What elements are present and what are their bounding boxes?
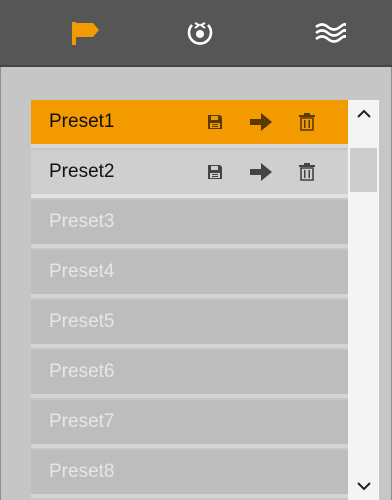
- preset-row-3[interactable]: Preset3: [31, 200, 348, 248]
- preset-row-7[interactable]: Preset7: [31, 400, 348, 448]
- preset-label: Preset8: [49, 461, 115, 482]
- row-actions: [202, 100, 320, 144]
- save-preset-button[interactable]: [202, 159, 228, 185]
- delete-icon: [299, 163, 315, 181]
- preset-label: Preset7: [49, 411, 115, 432]
- tab-preset[interactable]: [46, 0, 126, 65]
- scroll-up-button[interactable]: [348, 100, 379, 128]
- chevron-down-icon: [356, 482, 371, 491]
- preset-list: Preset1 Preset2 Preset3 Preset4 Preset5 …: [31, 100, 348, 500]
- toolbar: [0, 0, 392, 67]
- preset-label: Preset2: [49, 161, 115, 182]
- preset-row-4[interactable]: Preset4: [31, 250, 348, 298]
- call-icon: [250, 163, 272, 181]
- preset-label: Preset6: [49, 361, 115, 382]
- tab-pattern[interactable]: [290, 0, 370, 65]
- preset-label: Preset1: [49, 111, 115, 132]
- scrollbar[interactable]: [348, 100, 379, 500]
- flag-icon: [72, 21, 99, 45]
- tab-cruise[interactable]: [160, 0, 240, 65]
- pattern-waves-icon: [315, 22, 346, 43]
- preset-label: Preset4: [49, 261, 115, 282]
- scroll-down-button[interactable]: [348, 472, 379, 500]
- row-actions: [202, 150, 320, 194]
- preset-label: Preset3: [49, 211, 115, 232]
- delete-preset-button[interactable]: [294, 159, 320, 185]
- preset-label: Preset5: [49, 311, 115, 332]
- preset-panel: Preset1 Preset2 Preset3 Preset4 Preset5 …: [0, 67, 392, 500]
- preset-row-8[interactable]: Preset8: [31, 450, 348, 498]
- delete-icon: [299, 113, 315, 131]
- save-icon: [208, 165, 222, 179]
- save-icon: [208, 115, 222, 129]
- call-preset-button[interactable]: [248, 109, 274, 135]
- ptz-cruise-icon: [187, 21, 213, 45]
- save-preset-button[interactable]: [202, 109, 228, 135]
- call-icon: [250, 113, 272, 131]
- scroll-thumb[interactable]: [350, 148, 377, 192]
- delete-preset-button[interactable]: [294, 109, 320, 135]
- preset-row-2[interactable]: Preset2: [31, 150, 348, 198]
- preset-row-6[interactable]: Preset6: [31, 350, 348, 398]
- preset-row-5[interactable]: Preset5: [31, 300, 348, 348]
- preset-row-1[interactable]: Preset1: [31, 100, 348, 148]
- chevron-up-icon: [356, 109, 371, 118]
- call-preset-button[interactable]: [248, 159, 274, 185]
